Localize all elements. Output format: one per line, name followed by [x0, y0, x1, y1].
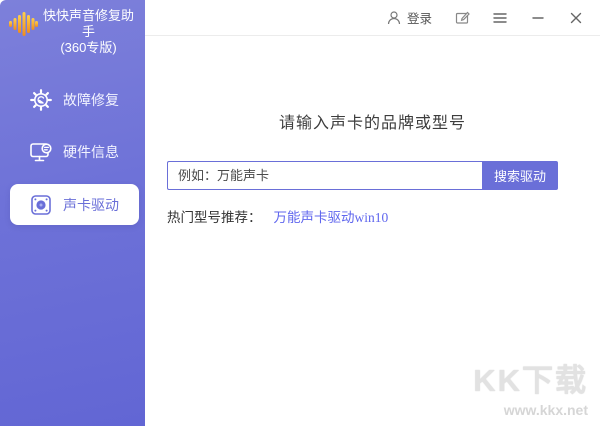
- watermark-title: KK下载: [473, 355, 588, 400]
- gear-wrench-icon: [28, 87, 54, 113]
- recommend-row: 热门型号推荐： 万能声卡驱动win10: [167, 206, 600, 226]
- sidebar-item-label: 声卡驱动: [63, 195, 119, 215]
- app-title-line2: (360专版): [38, 40, 139, 56]
- recommend-label: 热门型号推荐：: [167, 206, 262, 226]
- recommend-link[interactable]: 万能声卡驱动win10: [274, 206, 389, 226]
- search-row: 搜索驱动: [167, 161, 558, 190]
- main-content: 请输入声卡的品牌或型号 搜索驱动 热门型号推荐： 万能声卡驱动win10 KK下…: [145, 37, 600, 426]
- watermark: KK下载 www.kkx.net: [473, 355, 588, 418]
- app-brand: 快快声音修复助手 (360专版): [0, 0, 145, 56]
- sidebar-item-sound-driver[interactable]: 声卡驱动: [10, 184, 139, 225]
- sidebar-menu: 故障修复 硬件信息: [0, 80, 145, 225]
- sidebar-item-label: 硬件信息: [63, 142, 119, 162]
- speaker-icon: [28, 192, 54, 218]
- titlebar: 登录: [145, 0, 600, 36]
- page-title: 请输入声卡的品牌或型号: [145, 109, 600, 133]
- sidebar-item-hardware-info[interactable]: 硬件信息: [0, 132, 145, 172]
- app-window: 快快声音修复助手 (360专版): [0, 0, 600, 426]
- feedback-icon[interactable]: [450, 6, 474, 30]
- watermark-url: www.kkx.net: [473, 402, 588, 418]
- login-label: 登录: [407, 8, 432, 27]
- search-input[interactable]: [167, 161, 482, 190]
- search-driver-button[interactable]: 搜索驱动: [482, 161, 558, 190]
- app-title: 快快声音修复助手 (360专版): [38, 8, 139, 56]
- close-icon[interactable]: [564, 6, 588, 30]
- audio-wave-logo-icon: [8, 8, 38, 43]
- user-icon: [386, 10, 402, 26]
- login-button[interactable]: 登录: [386, 8, 432, 27]
- sidebar-item-fault-repair[interactable]: 故障修复: [0, 80, 145, 120]
- monitor-info-icon: [28, 139, 54, 165]
- menu-icon[interactable]: [488, 6, 512, 30]
- sidebar-item-label: 故障修复: [63, 90, 119, 110]
- sidebar: 快快声音修复助手 (360专版): [0, 0, 145, 426]
- minimize-icon[interactable]: [526, 6, 550, 30]
- app-title-line1: 快快声音修复助手: [38, 8, 139, 40]
